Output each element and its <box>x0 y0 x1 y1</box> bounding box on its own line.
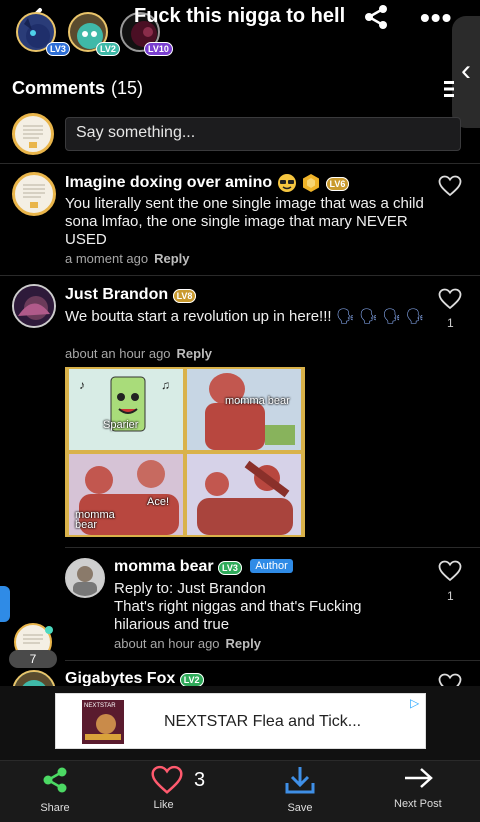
like-label: Like <box>153 799 174 811</box>
online-count-badge: 7 <box>9 650 57 668</box>
sort-icon[interactable] <box>444 80 454 98</box>
commenter-avatar[interactable] <box>65 558 105 598</box>
comment-time: a moment ago <box>65 251 149 266</box>
more-options-icon[interactable]: ••• <box>420 2 452 34</box>
comments-label: Comments <box>12 78 106 98</box>
commenter-name-text: Gigabytes Fox <box>65 670 176 687</box>
ad-text: NEXTSTAR Flea and Tick... <box>164 713 362 730</box>
comments-header: Comments (15) <box>12 78 143 99</box>
download-icon <box>285 767 315 794</box>
like-count: 1 <box>447 589 454 603</box>
comment-text: You literally sent the one single image … <box>65 195 424 248</box>
level-badge: LV3 <box>218 561 242 575</box>
like-heart-icon[interactable] <box>438 560 462 582</box>
meme-label: momma bear <box>75 509 115 531</box>
comment-meta: about an hour ago Reply <box>65 346 212 361</box>
like-count: 3 <box>194 768 206 791</box>
meme-panel: momma bear <box>187 369 301 450</box>
post-title: Fuck this nigga to hell <box>134 5 346 27</box>
meme-panel <box>187 454 301 535</box>
level-badge: LV6 <box>325 177 350 192</box>
commenter-name[interactable]: Just Brandon LV8 <box>65 286 197 304</box>
share-button[interactable]: Share <box>40 765 70 814</box>
share-icon <box>43 767 67 793</box>
like-button[interactable]: 3 Like <box>150 765 205 811</box>
ad-product-label: NEXTSTAR <box>84 703 116 709</box>
reply-button[interactable]: Reply <box>154 251 189 266</box>
next-post-label: Next Post <box>394 798 442 810</box>
comment-time: about an hour ago <box>114 636 220 651</box>
divider <box>0 163 480 164</box>
heart-icon <box>151 765 183 794</box>
side-drawer-handle[interactable]: ‹ <box>452 16 480 128</box>
comment-text: That's right niggas and that's Fucking h… <box>114 598 362 633</box>
bottom-action-bar: Share 3 Like Save Next Post <box>0 760 480 822</box>
comment-meme-image[interactable]: ♪ ♫ Sparier momma bear Ace! momma bear <box>65 367 305 537</box>
comment-text: We boutta start a revolution up in here!… <box>65 308 425 326</box>
svg-text:♪: ♪ <box>79 378 85 392</box>
level-badge: LV2 <box>179 673 204 687</box>
like-count: 1 <box>447 316 454 330</box>
level-badge: LV3 <box>46 42 70 56</box>
divider <box>65 660 480 661</box>
reply-button[interactable]: Reply <box>177 346 212 361</box>
online-dot <box>45 626 53 634</box>
ad-choices-icon[interactable]: ▷ <box>410 696 419 710</box>
ad-banner[interactable]: NEXTSTAR NEXTSTAR Flea and Tick... ▷ <box>55 693 426 749</box>
comments-count: (15) <box>111 78 144 98</box>
megaphone-emoji-icon: 🗣 🗣 🗣 🗣 <box>335 308 425 325</box>
level-badge: LV2 <box>96 42 120 56</box>
next-post-button[interactable]: Next Post <box>394 765 442 810</box>
meme-label: Ace! <box>147 496 170 508</box>
comment-input[interactable]: Say something... <box>65 117 461 151</box>
meme-label: momma bear <box>225 395 290 407</box>
my-avatar <box>12 113 54 155</box>
post-header: LV3 LV2 LV10 Fuck this nigga to hell ••• <box>0 0 480 64</box>
commenter-avatar[interactable] <box>12 284 56 328</box>
ad-product-image: NEXTSTAR <box>82 700 124 744</box>
level-badge: LV10 <box>144 42 173 56</box>
chevron-left-icon: ‹ <box>461 54 471 87</box>
sunglasses-emoji-icon <box>277 174 296 192</box>
commenter-avatar[interactable] <box>12 172 56 216</box>
meme-label: Sparier <box>103 419 139 431</box>
side-menu-tab[interactable] <box>0 586 10 622</box>
reply-button[interactable]: Reply <box>226 636 261 651</box>
reply-to-label[interactable]: Reply to: Just Brandon <box>114 580 414 598</box>
like-heart-icon[interactable] <box>438 288 462 310</box>
save-button[interactable]: Save <box>284 765 316 814</box>
divider <box>0 275 480 276</box>
comment-meta: a moment ago Reply <box>65 251 190 266</box>
arrow-right-icon <box>404 768 433 788</box>
comment-time: about an hour ago <box>65 346 171 361</box>
share-icon[interactable] <box>362 3 390 31</box>
author-tag: Author <box>250 559 293 573</box>
gold-hexagon-badge-icon <box>303 174 320 192</box>
save-label: Save <box>287 802 313 814</box>
meme-panel: Ace! momma bear <box>69 454 183 535</box>
comment-text-body: We boutta start a revolution up in here!… <box>65 308 332 325</box>
divider <box>65 547 480 548</box>
level-badge: LV8 <box>172 289 197 303</box>
commenter-name-text: Imagine doxing over amino <box>65 174 273 192</box>
commenter-name[interactable]: Imagine doxing over amino LV6 <box>65 173 350 193</box>
like-heart-icon[interactable] <box>438 175 462 197</box>
commenter-name-text: momma bear <box>114 558 214 575</box>
share-label: Share <box>40 802 70 814</box>
comment-meta: about an hour ago Reply <box>114 636 261 651</box>
meme-panel: ♪ ♫ Sparier <box>69 369 183 450</box>
commenter-name[interactable]: momma bear LV3 Author <box>114 558 293 576</box>
svg-text:♫: ♫ <box>161 378 170 392</box>
commenter-name-text: Just Brandon <box>65 286 169 303</box>
